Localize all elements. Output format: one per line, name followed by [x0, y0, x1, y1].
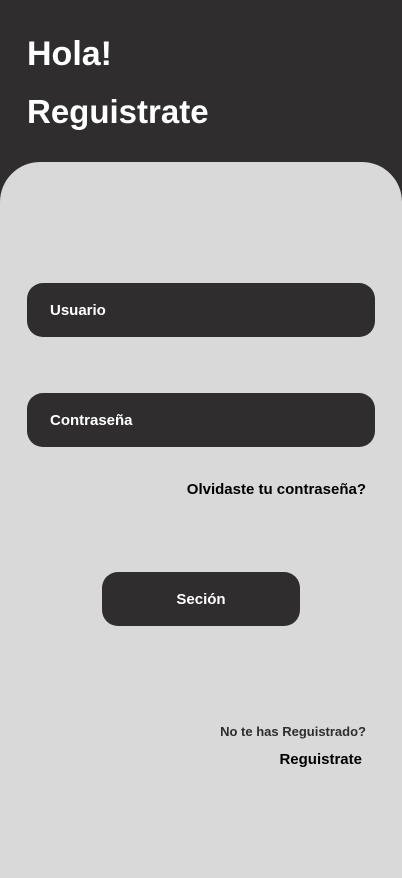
- no-account-text: No te has Reguistrado?: [220, 724, 366, 739]
- username-input[interactable]: [50, 301, 375, 319]
- forgot-password-link[interactable]: Olvidaste tu contraseña?: [187, 481, 366, 498]
- page-title: Reguistrate: [27, 93, 209, 130]
- register-link[interactable]: Reguistrate: [279, 751, 362, 768]
- login-button[interactable]: Seción: [102, 572, 300, 626]
- password-input[interactable]: [50, 411, 375, 429]
- greeting-heading: Hola!: [27, 35, 112, 73]
- login-panel: [0, 162, 402, 878]
- password-field[interactable]: [27, 393, 375, 447]
- username-field[interactable]: [27, 283, 375, 337]
